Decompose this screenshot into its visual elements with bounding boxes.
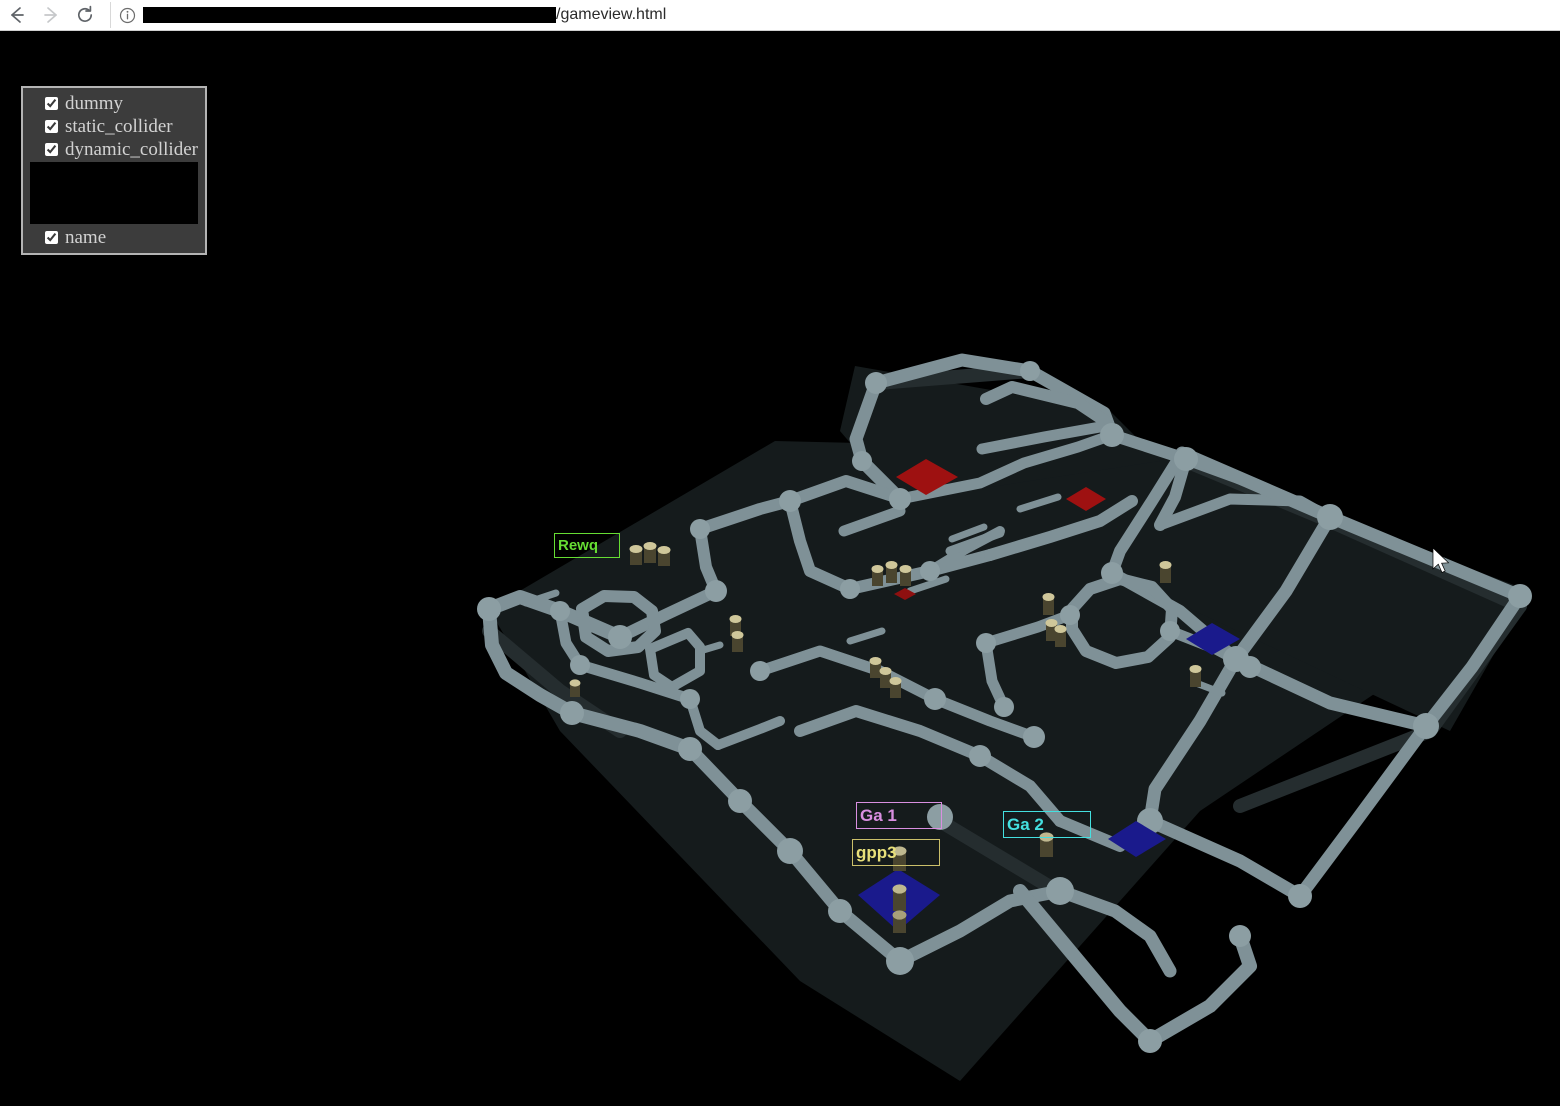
entity-label-gpp3[interactable]: gpp3 [852, 839, 940, 866]
entity-label-rewq[interactable]: Rewq [554, 533, 620, 558]
game-viewport[interactable]: .wtop { stroke:#7f9197; fill:none; strok… [0, 31, 1560, 1106]
layer-row-dynamic-collider[interactable]: dynamic_collider [23, 138, 205, 161]
layer-label-dynamic-collider: dynamic_collider [65, 138, 198, 160]
browser-toolbar: /gameview.html [0, 0, 1560, 31]
isometric-dungeon-scene: .wtop { stroke:#7f9197; fill:none; strok… [477, 353, 1532, 1081]
arrow-left-icon [11, 7, 24, 23]
url-redaction-block [143, 7, 556, 23]
back-button[interactable] [0, 0, 34, 30]
forward-button[interactable] [34, 0, 68, 30]
layer-label-dummy: dummy [65, 92, 124, 114]
address-bar[interactable]: /gameview.html [110, 2, 1560, 28]
layer-row-name[interactable]: name [23, 226, 205, 249]
url-text: /gameview.html [556, 6, 667, 23]
checkbox-dynamic-collider[interactable] [45, 143, 58, 156]
layer-row-static-collider[interactable]: static_collider [23, 115, 205, 138]
checkbox-name[interactable] [45, 231, 58, 244]
entity-label-ga2[interactable]: Ga 2 [1003, 811, 1091, 838]
layer-row-dummy[interactable]: dummy [23, 92, 205, 115]
reload-button[interactable] [68, 0, 102, 30]
layer-label-name: name [65, 226, 107, 248]
entity-label-ga1[interactable]: Ga 1 [856, 802, 942, 829]
info-circle-icon[interactable] [119, 7, 136, 24]
arrow-right-icon [44, 7, 57, 23]
checkbox-static-collider[interactable] [45, 120, 58, 133]
layer-label-static-collider: static_collider [65, 115, 173, 137]
layer-toggle-panel[interactable]: dummy static_collider dynamic_collider n… [21, 86, 207, 255]
reload-icon [77, 5, 93, 22]
panel-console-area[interactable] [30, 162, 198, 224]
checkbox-dummy[interactable] [45, 97, 58, 110]
